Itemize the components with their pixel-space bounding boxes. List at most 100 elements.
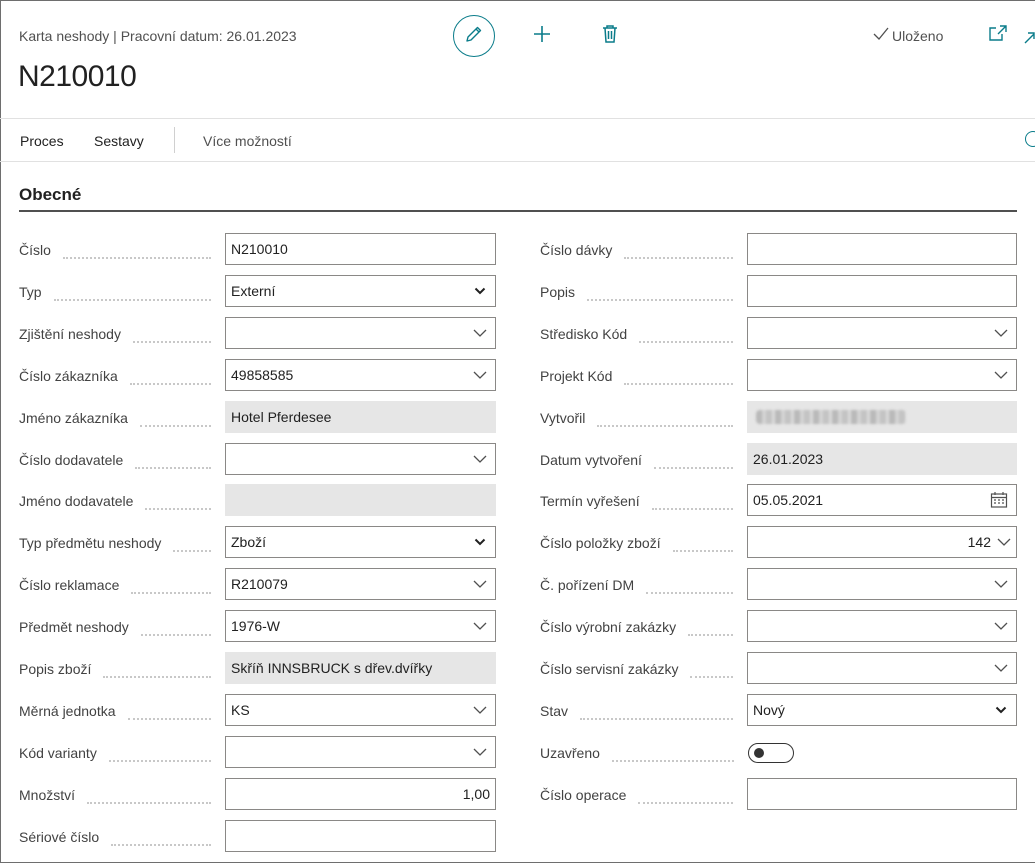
- field-label: Typ předmětu neshody: [19, 535, 170, 551]
- field-label-text: Množství: [19, 787, 84, 803]
- cislo-field[interactable]: N210010: [225, 233, 496, 265]
- field-label: Stav: [540, 703, 577, 719]
- field-row-predmet-neshody: Předmět neshody 1976-W: [19, 610, 496, 642]
- search-icon[interactable]: [1025, 131, 1035, 147]
- typ-field[interactable]: Externí: [225, 275, 496, 307]
- field-row-seriove-cislo: Sériové číslo: [19, 820, 496, 852]
- field-label-text: Předmět neshody: [19, 619, 137, 635]
- field-label-text: Jméno dodavatele: [19, 493, 142, 509]
- field-label-text: Číslo dodavatele: [19, 452, 132, 468]
- cislo-reklamace-field[interactable]: R210079: [225, 568, 496, 600]
- label-leader-dots: [639, 341, 733, 343]
- field-row-datum-vytvoreni: Datum vytvoření 26.01.2023: [540, 443, 1017, 475]
- popis-field[interactable]: [747, 275, 1017, 307]
- delete-button[interactable]: [596, 22, 624, 50]
- action-process[interactable]: Proces: [20, 133, 64, 149]
- label-leader-dots: [54, 299, 211, 301]
- delete-icon: [601, 24, 619, 49]
- new-button[interactable]: [528, 22, 556, 50]
- chevron-down-icon: [473, 706, 487, 714]
- datum-vytvoreni-field: 26.01.2023: [747, 443, 1017, 475]
- chevron-down-icon: [473, 371, 487, 379]
- popout-button[interactable]: [988, 24, 1008, 47]
- field-value: 1976-W: [231, 618, 281, 634]
- collapse-button[interactable]: [1024, 30, 1035, 49]
- predmet-neshody-field[interactable]: 1976-W: [225, 610, 496, 642]
- field-label-text: Datum vytvoření: [540, 452, 650, 468]
- calendar-icon[interactable]: [990, 491, 1008, 509]
- label-leader-dots: [654, 467, 733, 469]
- field-label-text: Projekt Kód: [540, 368, 621, 384]
- chevron-down-icon: [994, 622, 1008, 630]
- dropdown-arrow-icon: [473, 538, 487, 546]
- cislo-zakaznika-field[interactable]: 49858585: [225, 359, 496, 391]
- action-more-options[interactable]: Více možností: [203, 133, 292, 149]
- field-label: Číslo: [19, 242, 59, 258]
- field-row-popis-zbozi: Popis zboží Skříň INNSBRUCK s dřev.dvířky: [19, 652, 496, 684]
- mnozstvi-field[interactable]: 1,00: [225, 778, 496, 810]
- field-row-cislo-reklamace: Číslo reklamace R210079: [19, 568, 496, 600]
- field-label: Popis zboží: [19, 661, 100, 677]
- field-label-text: Uzavřeno: [540, 745, 608, 761]
- label-leader-dots: [580, 718, 733, 720]
- zjisteni-neshody-field[interactable]: [225, 317, 496, 349]
- label-leader-dots: [135, 467, 211, 469]
- field-label: Číslo dávky: [540, 242, 621, 258]
- cislo-dodavatele-field[interactable]: [225, 443, 496, 475]
- label-leader-dots: [63, 257, 211, 259]
- seriove-cislo-field[interactable]: [225, 820, 496, 852]
- field-label: Předmět neshody: [19, 619, 137, 635]
- action-separator: [174, 127, 175, 153]
- chevron-down-icon: [994, 329, 1008, 337]
- field-label: Popis: [540, 284, 584, 300]
- chevron-down-icon: [997, 538, 1011, 546]
- field-row-typ: Typ Externí: [19, 275, 496, 307]
- field-row-cislo-zakaznika: Číslo zákazníka 49858585: [19, 359, 496, 391]
- label-leader-dots: [688, 634, 733, 636]
- field-label: Vytvořil: [540, 410, 594, 426]
- field-label: Datum vytvoření: [540, 452, 650, 468]
- field-row-stredisko-kod: Středisko Kód: [540, 317, 1017, 349]
- field-label-text: Číslo dávky: [540, 242, 621, 258]
- field-value: R210079: [231, 576, 288, 592]
- field-label-text: Číslo reklamace: [19, 577, 128, 593]
- label-leader-dots: [673, 550, 733, 552]
- label-leader-dots: [638, 802, 733, 804]
- field-value: 26.01.2023: [753, 451, 824, 467]
- toggle-uzavreno[interactable]: [748, 743, 794, 763]
- checkmark-icon: [873, 27, 889, 44]
- field-row-uzavreno: Uzavřeno: [540, 736, 1017, 768]
- action-reports[interactable]: Sestavy: [94, 133, 144, 149]
- field-label-text: Číslo operace: [540, 787, 635, 803]
- saved-label: Uloženo: [892, 27, 944, 44]
- popout-icon: [988, 25, 1008, 46]
- field-label-text: Středisko Kód: [540, 326, 636, 342]
- field-value: Zboží: [231, 534, 267, 550]
- cislo-davky-field[interactable]: [747, 233, 1017, 265]
- chevron-down-icon: [473, 455, 487, 463]
- field-row-zjisteni-neshody: Zjištění neshody: [19, 317, 496, 349]
- field-row-merna-jednotka: Měrná jednotka KS: [19, 694, 496, 726]
- edit-button[interactable]: [453, 15, 495, 57]
- cislo-vyrobni-zakazky-field[interactable]: [747, 610, 1017, 642]
- termin-vyreseni-field[interactable]: 05.05.2021: [747, 484, 1017, 516]
- label-leader-dots: [173, 550, 211, 552]
- field-value: Hotel Pferdesee: [231, 409, 332, 425]
- stredisko-kod-field[interactable]: [747, 317, 1017, 349]
- field-value: 142: [967, 534, 991, 550]
- field-label-text: Typ předmětu neshody: [19, 535, 170, 551]
- merna-jednotka-field[interactable]: KS: [225, 694, 496, 726]
- c-porizeni-dm-field[interactable]: [747, 568, 1017, 600]
- cislo-polozky-zbozi-field[interactable]: 142: [747, 526, 1017, 558]
- kod-varianty-field[interactable]: [225, 736, 496, 768]
- field-label-text: Číslo zákazníka: [19, 368, 126, 384]
- field-row-cislo-operace: Číslo operace: [540, 778, 1017, 810]
- label-leader-dots: [131, 592, 211, 594]
- cislo-operace-field[interactable]: [747, 778, 1017, 810]
- projekt-kod-field[interactable]: [747, 359, 1017, 391]
- cislo-servisni-zakazky-field[interactable]: [747, 652, 1017, 684]
- label-leader-dots: [587, 299, 733, 301]
- field-row-cislo: Číslo N210010: [19, 233, 496, 265]
- stav-field[interactable]: Nový: [747, 694, 1017, 726]
- typ-predmetu-neshody-field[interactable]: Zboží: [225, 526, 496, 558]
